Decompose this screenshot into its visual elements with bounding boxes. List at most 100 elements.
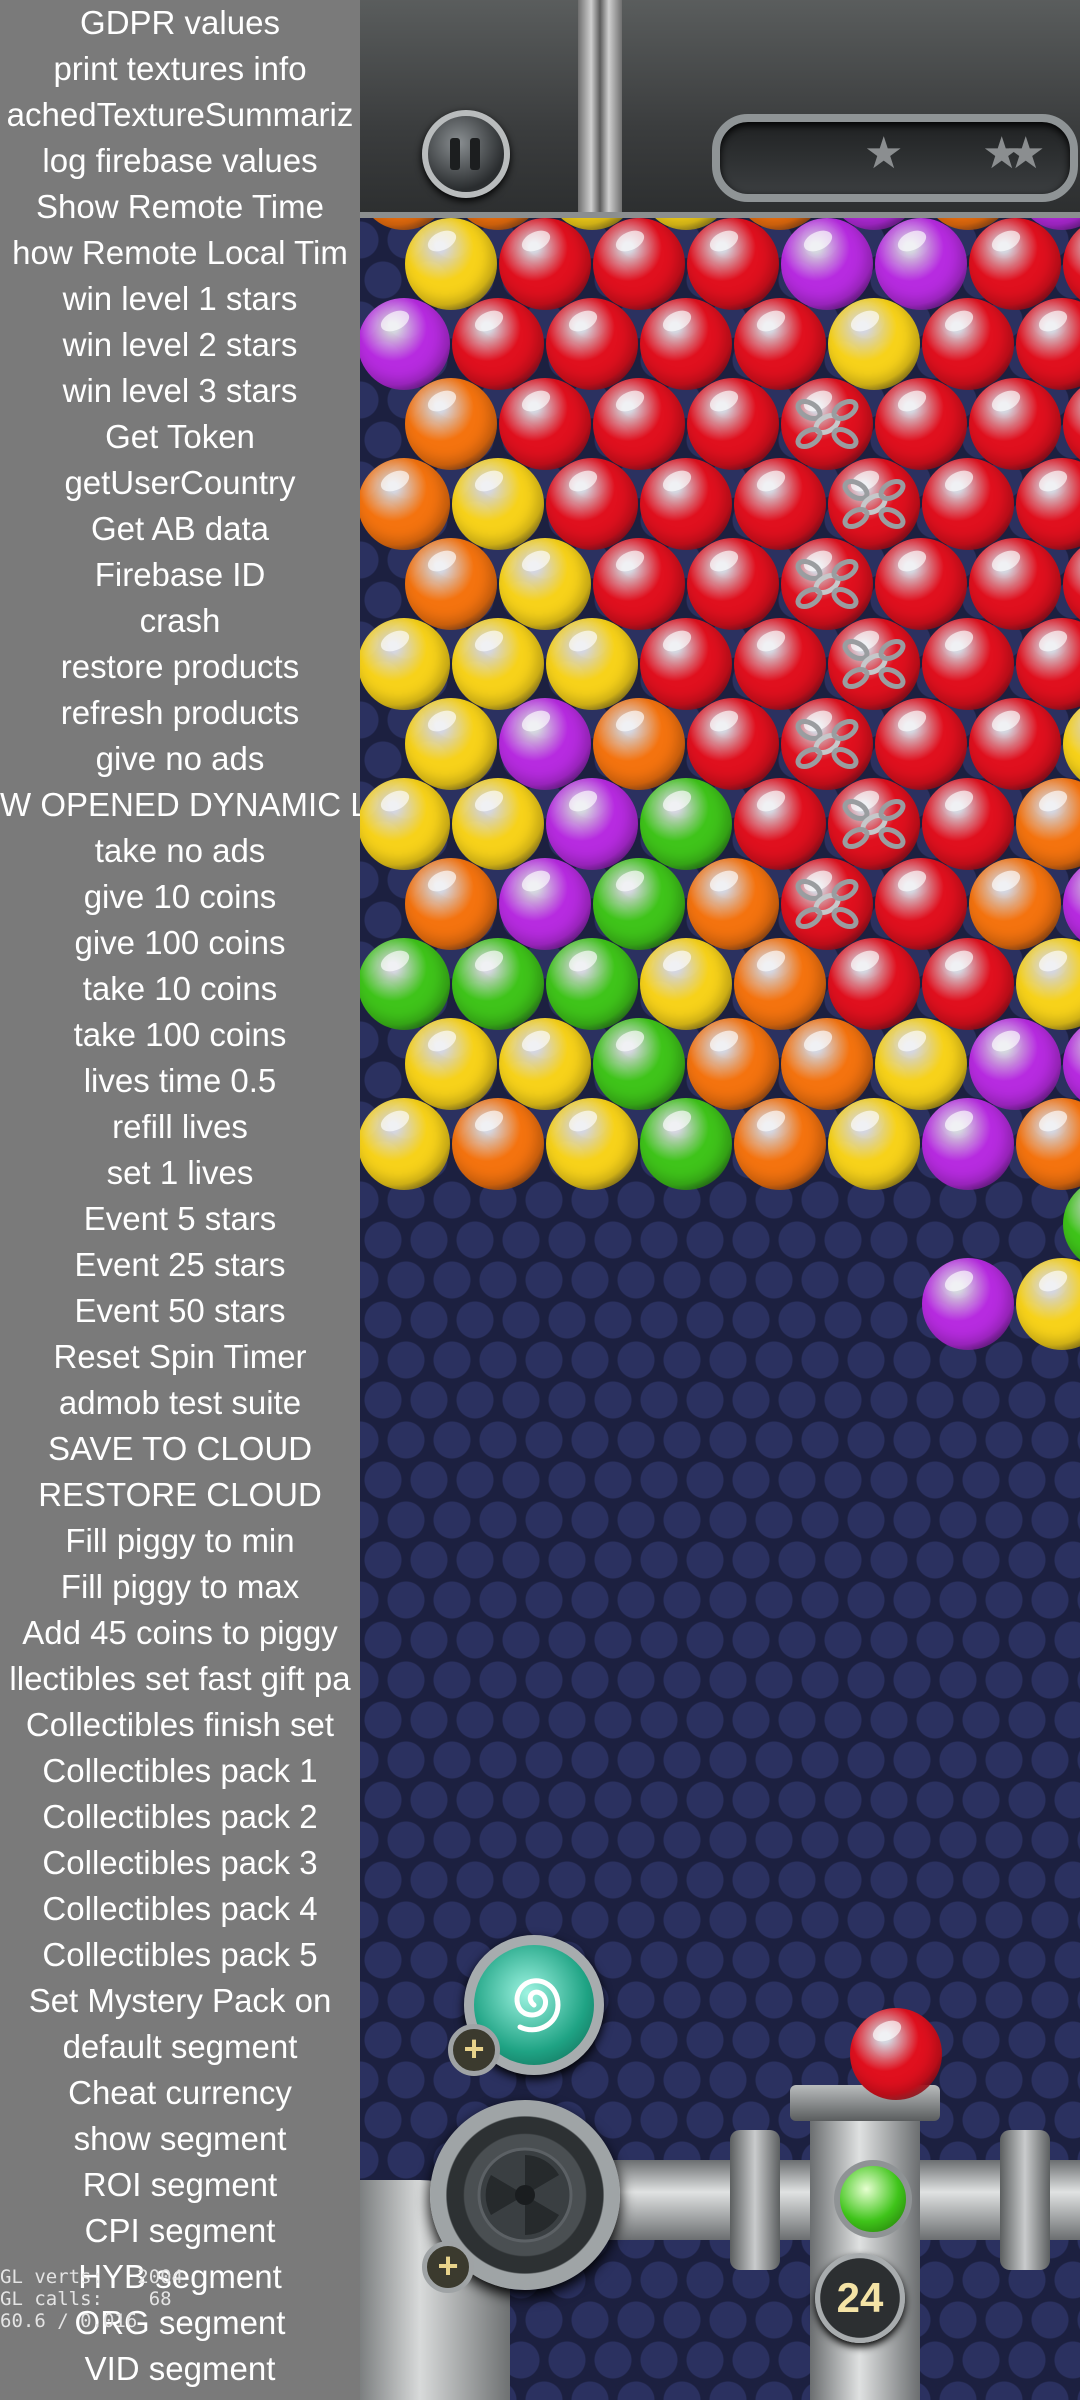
bubble-red <box>875 858 967 950</box>
bubble-red <box>593 218 685 310</box>
bubble-red <box>922 778 1014 870</box>
debug-menu-item[interactable]: show segment <box>0 2116 360 2162</box>
debug-menu-item[interactable]: Get AB data <box>0 506 360 552</box>
bubble-red <box>734 778 826 870</box>
debug-menu-item[interactable]: refresh products <box>0 690 360 736</box>
debug-menu-item[interactable]: restore products <box>0 644 360 690</box>
moves-counter: 24 <box>815 2253 905 2343</box>
bubble-yellow <box>452 778 544 870</box>
debug-menu-item[interactable]: admob test suite <box>0 1380 360 1426</box>
bubble-red <box>593 538 685 630</box>
bubble-green <box>593 1018 685 1110</box>
debug-menu-item[interactable]: win level 1 stars <box>0 276 360 322</box>
bubble-orange <box>452 1098 544 1190</box>
debug-menu-item[interactable]: achedTextureSummariz <box>0 92 360 138</box>
debug-menu-item[interactable]: SAVE TO CLOUD <box>0 1426 360 1472</box>
bubble-purple <box>781 218 873 310</box>
bubble-green <box>546 938 638 1030</box>
debug-menu-item[interactable]: CPI segment <box>0 2208 360 2254</box>
debug-menu-item[interactable]: RESTORE CLOUD <box>0 1472 360 1518</box>
bubble-red <box>1063 538 1080 630</box>
debug-menu-item[interactable]: Collectibles pack 4 <box>0 1886 360 1932</box>
game-board[interactable]: ★ ★ ★ + + 24 <box>360 0 1080 2400</box>
debug-menu-item[interactable]: llectibles set fast gift pa <box>0 1656 360 1702</box>
debug-menu-item[interactable]: GDPR values <box>0 0 360 46</box>
bubble-red <box>875 698 967 790</box>
debug-menu-item[interactable]: Event 50 stars <box>0 1288 360 1334</box>
bubble-red <box>828 938 920 1030</box>
debug-menu-item[interactable]: take 10 coins <box>0 966 360 1012</box>
gl-calls-text: GL calls: 68 <box>0 2288 172 2310</box>
debug-menu-item[interactable]: Reset Spin Timer <box>0 1334 360 1380</box>
bubble-red <box>969 698 1061 790</box>
bubble-purple <box>499 858 591 950</box>
bubble-red <box>452 298 544 390</box>
debug-menu-item[interactable]: Cheat currency <box>0 2070 360 2116</box>
pause-button[interactable] <box>422 110 510 198</box>
debug-menu-item[interactable]: Collectibles pack 3 <box>0 1840 360 1886</box>
bubble-orange <box>593 698 685 790</box>
bubble-red <box>875 538 967 630</box>
bubble-yellow <box>1063 698 1080 790</box>
bubble-yellow <box>405 1018 497 1110</box>
bubble-red <box>546 458 638 550</box>
debug-menu-item[interactable]: how Remote Local Tim <box>0 230 360 276</box>
bubble-red <box>922 298 1014 390</box>
debug-menu-item[interactable]: ROI segment <box>0 2162 360 2208</box>
add-booster-button[interactable]: + <box>448 2024 500 2076</box>
debug-menu-item[interactable]: lives time 0.5 <box>0 1058 360 1104</box>
debug-menu-item[interactable]: give 100 coins <box>0 920 360 966</box>
bubble-red <box>922 618 1014 710</box>
debug-menu-item[interactable]: Collectibles finish set <box>0 1702 360 1748</box>
cannon-fan-icon <box>477 2147 573 2243</box>
debug-menu-item[interactable]: getUserCountry <box>0 460 360 506</box>
debug-menu-item[interactable]: default segment <box>0 2024 360 2070</box>
bubble-orange <box>687 858 779 950</box>
gl-stats-overlay: GL verts: 2004 GL calls: 68 60.6 / 0.016 <box>0 2266 230 2332</box>
debug-menu-item[interactable]: set 1 lives <box>0 1150 360 1196</box>
debug-menu-item[interactable]: give 10 coins <box>0 874 360 920</box>
bubble-orange <box>1016 1098 1080 1190</box>
debug-menu-item[interactable]: Add 45 coins to piggy <box>0 1610 360 1656</box>
debug-menu-item[interactable]: win level 2 stars <box>0 322 360 368</box>
debug-menu-item[interactable]: W OPENED DYNAMIC L <box>0 782 360 828</box>
debug-menu-item[interactable]: Fill piggy to min <box>0 1518 360 1564</box>
bubble-purple <box>922 1098 1014 1190</box>
bubble-yellow <box>1016 938 1080 1030</box>
plus-icon: + <box>437 2245 459 2286</box>
bubble-purple <box>546 778 638 870</box>
add-cannon-button[interactable]: + <box>422 2241 474 2293</box>
debug-menu-item[interactable]: Firebase ID <box>0 552 360 598</box>
bubble-orange <box>405 858 497 950</box>
bubble-orange <box>405 538 497 630</box>
bubble-orange <box>969 858 1061 950</box>
bubble-orange <box>734 1098 826 1190</box>
debug-menu-item[interactable]: Set Mystery Pack on <box>0 1978 360 2024</box>
shooter-bubble[interactable] <box>850 2008 942 2100</box>
star-icon: ★ <box>1006 129 1046 178</box>
debug-menu-item[interactable]: print textures info <box>0 46 360 92</box>
debug-menu-item[interactable]: Get Token <box>0 414 360 460</box>
debug-menu-item[interactable]: give no ads <box>0 736 360 782</box>
debug-menu-item[interactable]: win level 3 stars <box>0 368 360 414</box>
bubble-yellow <box>828 1098 920 1190</box>
chain-lock-icon <box>842 478 906 530</box>
debug-menu-item[interactable]: Fill piggy to max <box>0 1564 360 1610</box>
debug-menu-item[interactable]: Collectibles pack 2 <box>0 1794 360 1840</box>
debug-menu-item[interactable]: VID segment <box>0 2346 360 2392</box>
bubble-yellow <box>360 778 450 870</box>
debug-menu-item[interactable]: Collectibles pack 5 <box>0 1932 360 1978</box>
debug-menu-item[interactable]: Collectibles pack 1 <box>0 1748 360 1794</box>
debug-menu-item[interactable]: Show Remote Time <box>0 184 360 230</box>
bubble-red <box>1016 458 1080 550</box>
debug-menu-item[interactable]: log firebase values <box>0 138 360 184</box>
debug-menu-item[interactable]: crash <box>0 598 360 644</box>
debug-menu-item[interactable]: take 100 coins <box>0 1012 360 1058</box>
debug-menu-item[interactable]: Event 5 stars <box>0 1196 360 1242</box>
debug-menu-item[interactable]: refill lives <box>0 1104 360 1150</box>
chain-lock-icon <box>795 398 859 450</box>
debug-menu-item[interactable]: Event 25 stars <box>0 1242 360 1288</box>
bubble-green <box>452 938 544 1030</box>
debug-menu-item[interactable]: take no ads <box>0 828 360 874</box>
bubble-red <box>499 378 591 470</box>
